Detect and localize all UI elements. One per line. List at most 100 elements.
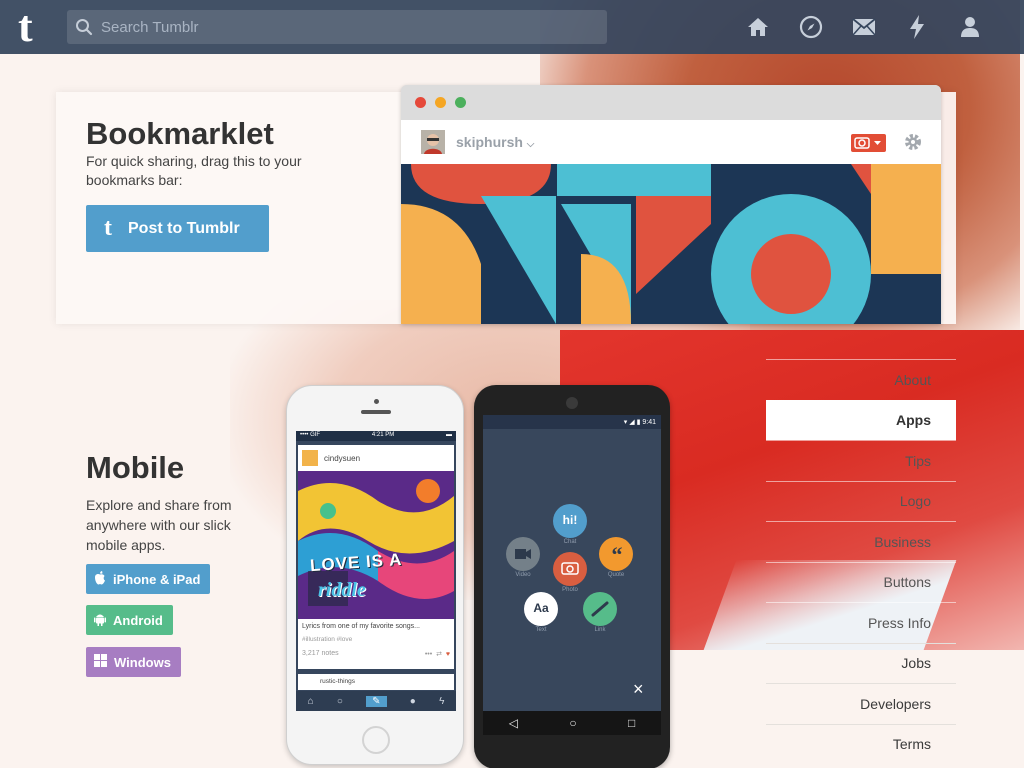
tab-home-icon[interactable]: ⌂ <box>308 696 314 707</box>
post-tags[interactable]: #illustration #love <box>302 636 352 643</box>
bookmarklet-description: For quick sharing, drag this to your boo… <box>86 153 302 188</box>
iphone-screen: •••• GIF 4:21 PM ▬ cindysuen LOVE IS A r… <box>296 431 456 711</box>
android-label: Android <box>113 612 163 628</box>
android-screen: hi! “ Aa Chat Video Quote Photo Text Lin… <box>483 429 661 711</box>
sidebar-item-developers[interactable]: Developers <box>766 683 956 724</box>
sidebar-item-terms[interactable]: Terms <box>766 723 956 765</box>
close-icon[interactable]: × <box>633 679 644 700</box>
reblog-icon[interactable]: ⇄ <box>436 651 442 658</box>
android-speaker <box>566 397 578 409</box>
android-icon <box>94 612 106 629</box>
post-to-tumblr-label: Post to Tumblr <box>128 219 240 237</box>
iphone-ipad-button[interactable]: iPhone & iPad <box>86 564 211 594</box>
avatar <box>421 130 445 154</box>
iphone-ipad-label: iPhone & iPad <box>113 571 201 587</box>
android-status-time: 9:41 <box>642 419 656 426</box>
tumblr-logo[interactable]: t <box>18 5 48 49</box>
status-carrier: •••• GIF <box>300 432 321 438</box>
photo-post-circle <box>553 552 587 586</box>
recents-icon[interactable]: □ <box>628 716 635 730</box>
heart-icon[interactable]: ♥ <box>446 651 450 658</box>
sidebar-item-about[interactable]: About <box>766 359 956 400</box>
sidebar-item-business[interactable]: Business <box>766 521 956 562</box>
status-time: 4:21 PM <box>371 432 395 438</box>
iphone-post-card: cindysuen LOVE IS A riddle Lyrics from o… <box>298 445 454 669</box>
art-text-riddle: riddle <box>318 579 366 601</box>
post-header: cindysuen <box>298 445 454 471</box>
chat-label: Chat <box>563 539 577 545</box>
link-label: Link <box>594 627 606 633</box>
photo-label: Photo <box>562 587 578 593</box>
bookmarklet-title: Bookmarklet <box>86 116 274 151</box>
tab-compose-icon[interactable]: ✎ <box>366 695 387 707</box>
quote-label: Quote <box>607 572 625 578</box>
camera-icon[interactable] <box>851 134 886 152</box>
sidebar-nav: About Apps Tips Logo Business Buttons Pr… <box>766 359 956 764</box>
iphone-tab-bar: ⌂ ○ ✎ ● ϟ <box>296 691 456 711</box>
text-label: Text <box>535 627 547 633</box>
account-icon[interactable] <box>958 13 982 41</box>
video-label: Video <box>515 572 531 578</box>
more-icon[interactable]: ••• <box>425 651 432 658</box>
post-footer: 3,217 notes ••• ⇄ ♥ <box>302 650 450 658</box>
browser-mockup: skiphursh ⌵ <box>401 85 941 324</box>
search-box[interactable] <box>67 10 607 44</box>
close-dot <box>415 97 426 108</box>
search-input[interactable] <box>101 18 581 36</box>
top-navigation-bar: t <box>0 0 1024 54</box>
gear-icon[interactable] <box>903 132 923 157</box>
battery-icon: ▬ <box>446 432 452 438</box>
mobile-title: Mobile <box>86 450 185 485</box>
android-button[interactable]: Android <box>86 605 173 635</box>
iphone-mockup: •••• GIF 4:21 PM ▬ cindysuen LOVE IS A r… <box>286 385 464 765</box>
home-circle-icon[interactable]: ○ <box>569 716 576 730</box>
windows-label: Windows <box>114 654 171 670</box>
chevron-down-icon: ⌵ <box>526 139 535 150</box>
windows-button[interactable]: Windows <box>86 647 181 677</box>
post-actions: ••• ⇄ ♥ <box>425 650 450 658</box>
browser-userbar: skiphursh ⌵ <box>401 120 941 164</box>
back-icon[interactable]: ◁ <box>509 716 518 730</box>
android-nav-bar: ◁ ○ □ <box>483 711 661 735</box>
sidebar-item-logo[interactable]: Logo <box>766 480 956 522</box>
tab-account-icon[interactable]: ● <box>410 696 416 707</box>
search-icon <box>67 10 101 44</box>
android-mockup: ▾ ◢ ▮ 9:41 hi! “ Aa Chat Video Quote Pho… <box>474 385 670 768</box>
chat-post-button[interactable]: hi! <box>560 513 580 527</box>
home-icon[interactable] <box>746 13 770 41</box>
mobile-description: Explore and share from anywhere with our… <box>86 497 232 553</box>
next-post-header: rustic-things <box>298 674 454 690</box>
quote-post-button[interactable]: “ <box>607 542 627 568</box>
tab-activity-icon[interactable]: ϟ <box>439 696 444 707</box>
post-to-tumblr-button[interactable]: t Post to Tumblr <box>86 205 269 252</box>
iphone-camera-dot <box>374 399 379 404</box>
sidebar-item-apps[interactable]: Apps <box>766 399 956 440</box>
username-label[interactable]: skiphursh ⌵ <box>456 134 534 150</box>
wifi-icon: ▾ ◢ ▮ <box>623 419 643 426</box>
messages-icon[interactable] <box>852 13 876 41</box>
post-username[interactable]: cindysuen <box>324 454 360 463</box>
nav-icons <box>746 13 982 41</box>
explore-icon[interactable] <box>799 13 823 41</box>
windows-icon <box>94 654 107 670</box>
tumblr-t-icon: t <box>104 215 112 241</box>
sidebar-item-jobs[interactable]: Jobs <box>766 642 956 684</box>
geometric-art-image <box>401 164 941 324</box>
post-avatar <box>302 450 318 466</box>
tab-search-icon[interactable]: ○ <box>337 696 343 707</box>
text-post-button[interactable]: Aa <box>529 601 553 615</box>
activity-icon[interactable] <box>905 13 929 41</box>
sidebar-item-press-info[interactable]: Press Info <box>766 602 956 643</box>
minimize-dot <box>435 97 446 108</box>
post-notes[interactable]: 3,217 notes <box>302 650 339 658</box>
browser-chrome <box>401 85 941 120</box>
android-status-bar: ▾ ◢ ▮ 9:41 <box>483 415 661 429</box>
apple-icon <box>94 570 106 588</box>
sidebar-item-buttons[interactable]: Buttons <box>766 561 956 603</box>
sidebar-item-tips[interactable]: Tips <box>766 440 956 481</box>
post-illustration: LOVE IS A riddle <box>298 471 454 619</box>
iphone-speaker <box>361 410 391 414</box>
maximize-dot <box>455 97 466 108</box>
username-text: skiphursh <box>456 134 523 150</box>
iphone-home-button[interactable] <box>362 726 390 754</box>
